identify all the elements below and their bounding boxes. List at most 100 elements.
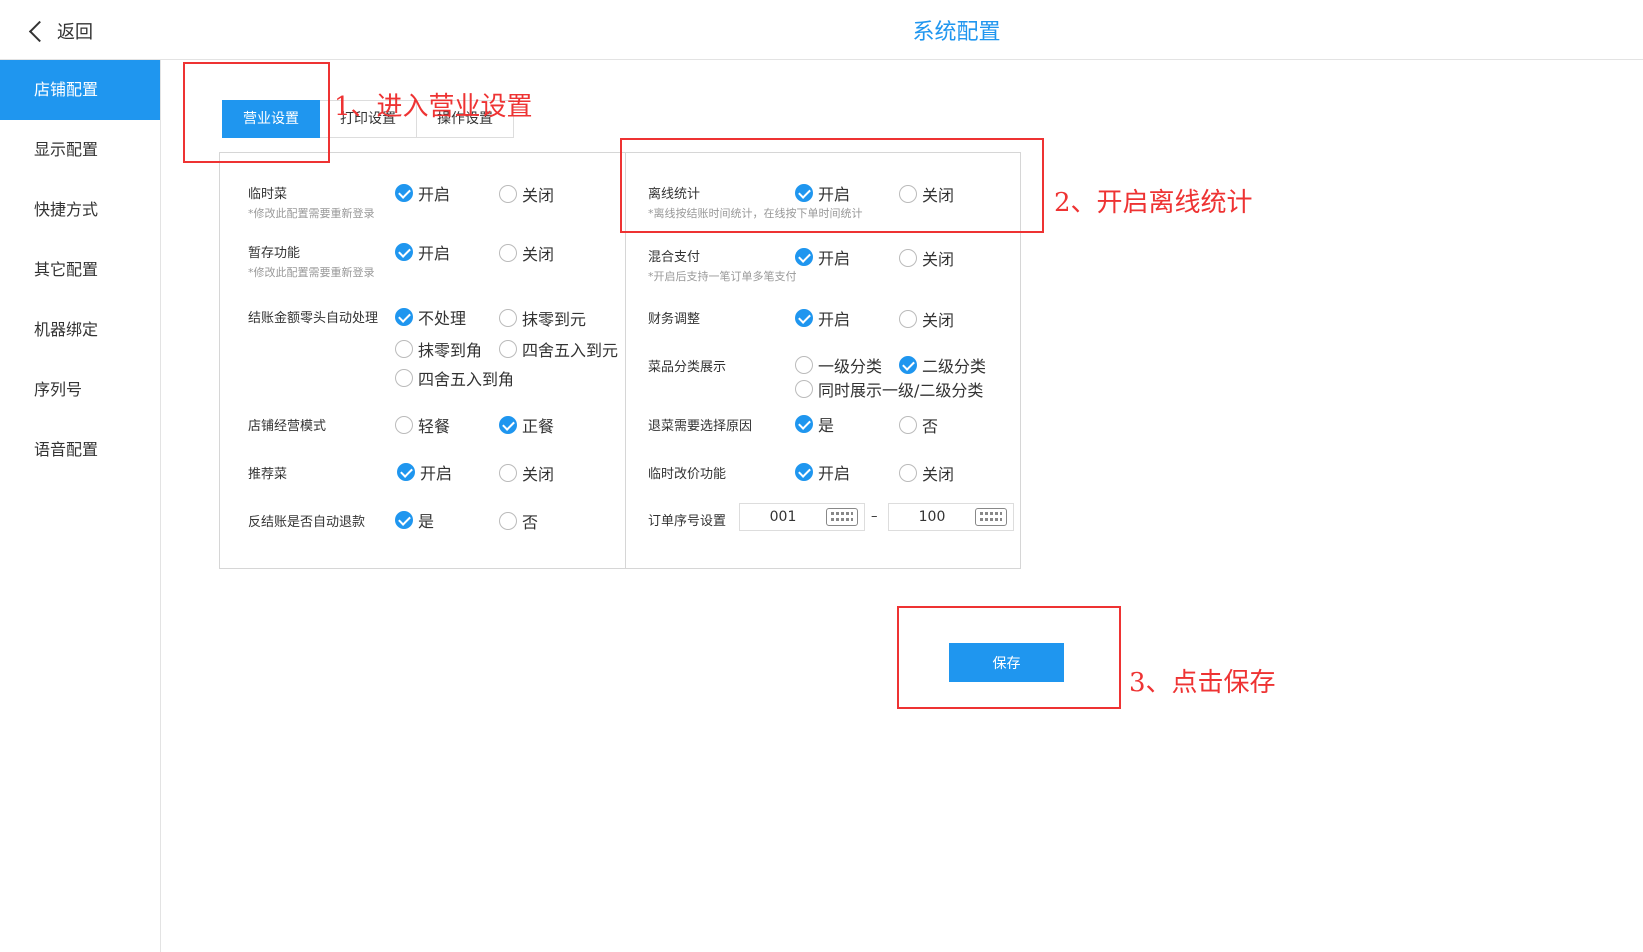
mixed-off-radio[interactable]: 关闭 <box>899 246 954 270</box>
top-bar: 返回 系统配置 <box>0 0 1643 60</box>
keyboard-icon[interactable] <box>975 508 1007 526</box>
option-label: 正餐 <box>522 417 555 436</box>
annotation-step3: 3、点击保存 <box>1129 668 1276 698</box>
setting-label: 临时改价功能 <box>648 467 727 482</box>
category-level2-radio[interactable]: 二级分类 <box>899 353 986 377</box>
setting-hint: *修改此配置需要重新登录 <box>248 207 375 220</box>
sidebar-item-store-config[interactable]: 店铺配置 <box>0 60 160 120</box>
option-label: 否 <box>522 513 539 532</box>
refund-no-radio[interactable]: 否 <box>499 509 538 533</box>
option-label: 开启 <box>420 464 453 483</box>
reason-no-radio[interactable]: 否 <box>899 413 938 437</box>
mode-light-radio[interactable]: 轻餐 <box>395 413 450 437</box>
radio-checked-icon <box>397 463 415 481</box>
price-off-radio[interactable]: 关闭 <box>899 461 954 485</box>
option-label: 二级分类 <box>922 357 987 376</box>
temp-dish-off-radio[interactable]: 关闭 <box>499 182 554 206</box>
setting-label: 菜品分类展示 <box>648 360 727 375</box>
category-level1-radio[interactable]: 一级分类 <box>795 353 882 377</box>
option-label: 不处理 <box>418 309 467 328</box>
option-label: 四舍五入到角 <box>418 370 515 389</box>
option-label: 开启 <box>818 464 851 483</box>
setting-label: 店铺经营模式 <box>248 419 327 434</box>
option-label: 关闭 <box>522 186 555 205</box>
radio-checked-icon <box>899 356 917 374</box>
rounding-yuan-radio[interactable]: 抹零到元 <box>499 306 586 330</box>
setting-label: 混合支付 <box>648 250 701 265</box>
option-label: 抹零到角 <box>418 341 483 360</box>
rounding-round-yuan-radio[interactable]: 四舍五入到元 <box>499 337 618 361</box>
option-label: 开启 <box>818 249 851 268</box>
setting-hint: *开启后支持一笔订单多笔支付 <box>648 270 797 283</box>
finance-off-radio[interactable]: 关闭 <box>899 307 954 331</box>
radio-icon <box>899 310 917 328</box>
sidebar-item-voice-config[interactable]: 语音配置 <box>0 420 160 480</box>
keyboard-icon[interactable] <box>826 508 858 526</box>
order-seq-end-input[interactable]: 100 <box>888 503 1014 531</box>
radio-icon <box>499 185 517 203</box>
radio-checked-icon <box>795 415 813 433</box>
radio-checked-icon <box>795 309 813 327</box>
category-both-radio[interactable]: 同时展示一级/二级分类 <box>795 377 983 401</box>
refund-yes-radio[interactable]: 是 <box>395 508 434 532</box>
radio-icon <box>499 512 517 530</box>
option-label: 是 <box>818 416 835 435</box>
setting-label: 结账金额零头自动处理 <box>248 311 379 326</box>
option-label: 抹零到元 <box>522 310 587 329</box>
option-label: 开启 <box>818 310 851 329</box>
page-title: 系统配置 <box>912 20 1001 45</box>
option-label: 四舍五入到元 <box>522 341 619 360</box>
radio-icon <box>499 244 517 262</box>
radio-checked-icon <box>395 511 413 529</box>
option-label: 关闭 <box>922 311 955 330</box>
option-label: 否 <box>922 417 939 436</box>
sidebar-item-display-config[interactable]: 显示配置 <box>0 120 160 180</box>
radio-icon <box>795 356 813 374</box>
sidebar: 店铺配置 显示配置 快捷方式 其它配置 机器绑定 序列号 语音配置 <box>0 60 161 952</box>
sidebar-item-shortcuts[interactable]: 快捷方式 <box>0 180 160 240</box>
radio-icon <box>395 416 413 434</box>
setting-label: 订单序号设置 <box>648 514 727 529</box>
setting-label: 推荐菜 <box>248 467 288 482</box>
sidebar-item-device-binding[interactable]: 机器绑定 <box>0 300 160 360</box>
setting-label: 退菜需要选择原因 <box>648 419 753 434</box>
reason-yes-radio[interactable]: 是 <box>795 412 834 436</box>
radio-checked-icon <box>795 248 813 266</box>
radio-icon <box>899 249 917 267</box>
recommend-off-radio[interactable]: 关闭 <box>499 461 554 485</box>
annotation-box-offline <box>620 138 1044 233</box>
finance-on-radio[interactable]: 开启 <box>795 306 850 330</box>
mixed-on-radio[interactable]: 开启 <box>795 245 850 269</box>
sidebar-item-other-config[interactable]: 其它配置 <box>0 240 160 300</box>
rounding-none-radio[interactable]: 不处理 <box>395 305 466 329</box>
option-label: 轻餐 <box>418 417 451 436</box>
radio-icon <box>499 340 517 358</box>
radio-checked-icon <box>795 463 813 481</box>
annotation-box-tab <box>183 62 330 163</box>
option-label: 关闭 <box>922 465 955 484</box>
hold-off-radio[interactable]: 关闭 <box>499 241 554 265</box>
option-label: 是 <box>418 512 435 531</box>
radio-icon <box>395 340 413 358</box>
mode-full-radio[interactable]: 正餐 <box>499 413 554 437</box>
price-on-radio[interactable]: 开启 <box>795 460 850 484</box>
option-label: 关闭 <box>522 245 555 264</box>
hold-on-radio[interactable]: 开启 <box>395 240 450 264</box>
rounding-jiao-radio[interactable]: 抹零到角 <box>395 337 482 361</box>
sidebar-item-serial-number[interactable]: 序列号 <box>0 360 160 420</box>
radio-icon <box>395 369 413 387</box>
radio-icon <box>795 380 813 398</box>
radio-icon <box>499 309 517 327</box>
setting-label: 暂存功能 <box>248 246 301 261</box>
order-seq-start-input[interactable]: 001 <box>739 503 865 531</box>
radio-checked-icon <box>499 416 517 434</box>
temp-dish-on-radio[interactable]: 开启 <box>395 181 450 205</box>
annotation-step2: 2、开启离线统计 <box>1054 188 1253 218</box>
recommend-on-radio[interactable]: 开启 <box>397 460 452 484</box>
option-label: 一级分类 <box>818 357 883 376</box>
radio-checked-icon <box>395 243 413 261</box>
rounding-round-jiao-radio[interactable]: 四舍五入到角 <box>395 366 514 390</box>
setting-label: 临时菜 <box>248 187 288 202</box>
option-label: 关闭 <box>922 250 955 269</box>
option-label: 开启 <box>418 185 451 204</box>
